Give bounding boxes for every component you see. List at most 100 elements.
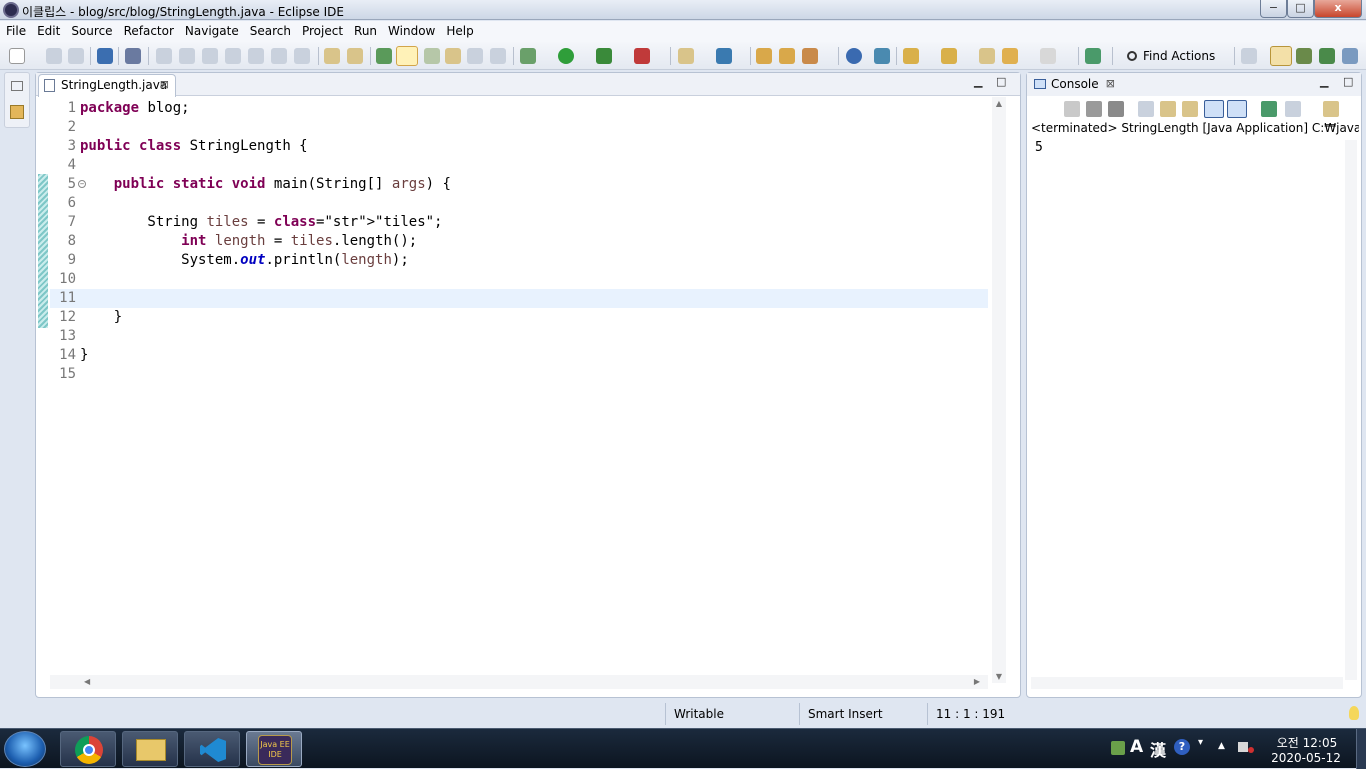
forward-icon[interactable] <box>1040 48 1056 64</box>
open-console-icon[interactable] <box>1323 101 1339 117</box>
next-annotation-icon[interactable] <box>445 48 461 64</box>
scroll-lock-icon[interactable] <box>1160 101 1176 117</box>
menu-file[interactable]: File <box>0 21 31 38</box>
scroll-down-icon[interactable]: ▼ <box>992 672 1006 681</box>
horizontal-scrollbar[interactable] <box>1031 677 1343 689</box>
word-wrap-icon[interactable] <box>1182 101 1198 117</box>
tab-console[interactable]: Console ⊠ <box>1029 74 1119 96</box>
terminate-icon[interactable] <box>202 48 218 64</box>
external-tools-icon[interactable] <box>634 48 650 64</box>
code-line[interactable]: 10 <box>50 270 988 289</box>
debug-icon[interactable] <box>520 48 536 64</box>
vertical-scrollbar[interactable] <box>1345 140 1357 680</box>
code-line[interactable]: 4 <box>50 156 988 175</box>
ime-options-icon[interactable]: ▾ <box>1198 737 1203 748</box>
show-on-stderr-icon[interactable] <box>1227 100 1247 118</box>
ime-mode-a[interactable]: A <box>1130 737 1143 757</box>
show-whitespace-icon[interactable] <box>467 48 483 64</box>
menu-search[interactable]: Search <box>244 21 296 38</box>
code-line[interactable]: 12 } <box>50 308 988 327</box>
code-editor[interactable]: 1 package blog; 2 3 public class StringLengt… <box>50 97 988 681</box>
use-step-filters-icon[interactable] <box>347 48 363 64</box>
minimize-button[interactable]: − <box>1260 0 1287 18</box>
scroll-up-icon[interactable]: ▲ <box>992 99 1006 108</box>
step-return-icon[interactable] <box>294 48 310 64</box>
chrome-taskbar-button[interactable] <box>60 731 116 767</box>
next-edit-icon[interactable] <box>903 48 919 64</box>
lightbulb-icon[interactable] <box>1349 706 1359 720</box>
clear-console-icon[interactable] <box>1138 101 1154 117</box>
new-java-project-icon[interactable] <box>678 48 694 64</box>
git-perspective-icon[interactable] <box>1342 48 1358 64</box>
disconnect-icon[interactable] <box>225 48 241 64</box>
run-icon[interactable] <box>558 48 574 64</box>
maximize-icon[interactable]: □ <box>996 75 1006 88</box>
ime-mode-hanja[interactable]: 漢 <box>1150 737 1166 761</box>
open-perspective-icon[interactable] <box>1241 48 1257 64</box>
resume-icon[interactable] <box>156 48 172 64</box>
remove-launch-icon[interactable] <box>1086 101 1102 117</box>
menu-run[interactable]: Run <box>348 21 382 38</box>
debug-perspective-icon[interactable] <box>1319 48 1335 64</box>
close-button[interactable]: x <box>1314 0 1362 18</box>
open-type-icon[interactable] <box>376 48 392 64</box>
code-line[interactable]: 5− public static void main(String[] args… <box>50 175 988 194</box>
restore-icon[interactable] <box>11 81 23 91</box>
pin-console-icon[interactable] <box>1261 101 1277 117</box>
open-folder-icon[interactable] <box>756 48 772 64</box>
close-tab-icon[interactable]: ⊠ <box>1106 74 1115 94</box>
scroll-left-icon[interactable]: ◀ <box>84 677 90 686</box>
clock-date[interactable]: 2020-05-12 <box>1270 751 1342 765</box>
vertical-scrollbar[interactable]: ▲ ▼ <box>992 97 1006 683</box>
menu-help[interactable]: Help <box>440 21 478 38</box>
block-selection-icon[interactable] <box>424 48 440 64</box>
package-explorer-icon[interactable] <box>10 105 24 119</box>
code-line[interactable]: 9 System.out.println(length); <box>50 251 988 270</box>
eclipse-taskbar-button[interactable]: Java EE IDE <box>246 731 302 767</box>
code-line[interactable]: 8 int length = tiles.length(); <box>50 232 988 251</box>
show-desktop-button[interactable] <box>1356 729 1366 769</box>
help-tray-icon[interactable]: ? <box>1174 739 1190 755</box>
java-perspective-icon[interactable] <box>1296 48 1312 64</box>
skip-breakpoints-icon[interactable] <box>125 48 141 64</box>
save-icon[interactable] <box>46 48 62 64</box>
terminate-icon[interactable] <box>1064 101 1080 117</box>
code-line[interactable]: 3 public class StringLength { <box>50 137 988 156</box>
terminal-icon[interactable] <box>97 48 113 64</box>
close-tab-icon[interactable]: ⊠ <box>160 75 169 95</box>
java-ee-perspective-icon[interactable] <box>1270 46 1292 66</box>
coverage-icon[interactable] <box>596 48 612 64</box>
remove-all-icon[interactable] <box>1108 101 1124 117</box>
new-icon[interactable] <box>9 48 25 64</box>
minimize-icon[interactable]: ▁ <box>1320 75 1328 88</box>
minimize-icon[interactable]: ▁ <box>974 75 982 88</box>
open-project-icon[interactable] <box>779 48 795 64</box>
menu-window[interactable]: Window <box>382 21 440 38</box>
explorer-taskbar-button[interactable] <box>122 731 178 767</box>
back-icon[interactable] <box>1002 48 1018 64</box>
paragraph-icon[interactable] <box>490 48 506 64</box>
last-edit-icon[interactable] <box>979 48 995 64</box>
mark-occurrences-icon[interactable] <box>396 46 418 66</box>
drop-to-frame-icon[interactable] <box>324 48 340 64</box>
code-line[interactable]: 6 <box>50 194 988 213</box>
pin-editor-icon[interactable] <box>1085 48 1101 64</box>
scroll-right-icon[interactable]: ▶ <box>974 677 980 686</box>
tab-stringlength-java[interactable]: StringLength.java ⊠ <box>38 74 176 97</box>
clock-time[interactable]: 오전 12:05 <box>1275 734 1339 751</box>
start-button[interactable] <box>4 731 46 767</box>
new-class-icon[interactable] <box>716 48 732 64</box>
vscode-taskbar-button[interactable] <box>184 731 240 767</box>
suspend-icon[interactable] <box>179 48 195 64</box>
horizontal-scrollbar[interactable]: ◀ ▶ <box>50 675 988 689</box>
save-all-icon[interactable] <box>68 48 84 64</box>
step-into-icon[interactable] <box>248 48 264 64</box>
volume-icon[interactable] <box>1238 742 1248 752</box>
menu-refactor[interactable]: Refactor <box>118 21 179 38</box>
menu-navigate[interactable]: Navigate <box>179 21 244 38</box>
search-icon[interactable] <box>802 48 818 64</box>
menu-project[interactable]: Project <box>296 21 348 38</box>
code-line[interactable]: 1 package blog; <box>50 99 988 118</box>
show-on-stdout-icon[interactable] <box>1204 100 1224 118</box>
display-console-icon[interactable] <box>1285 101 1301 117</box>
